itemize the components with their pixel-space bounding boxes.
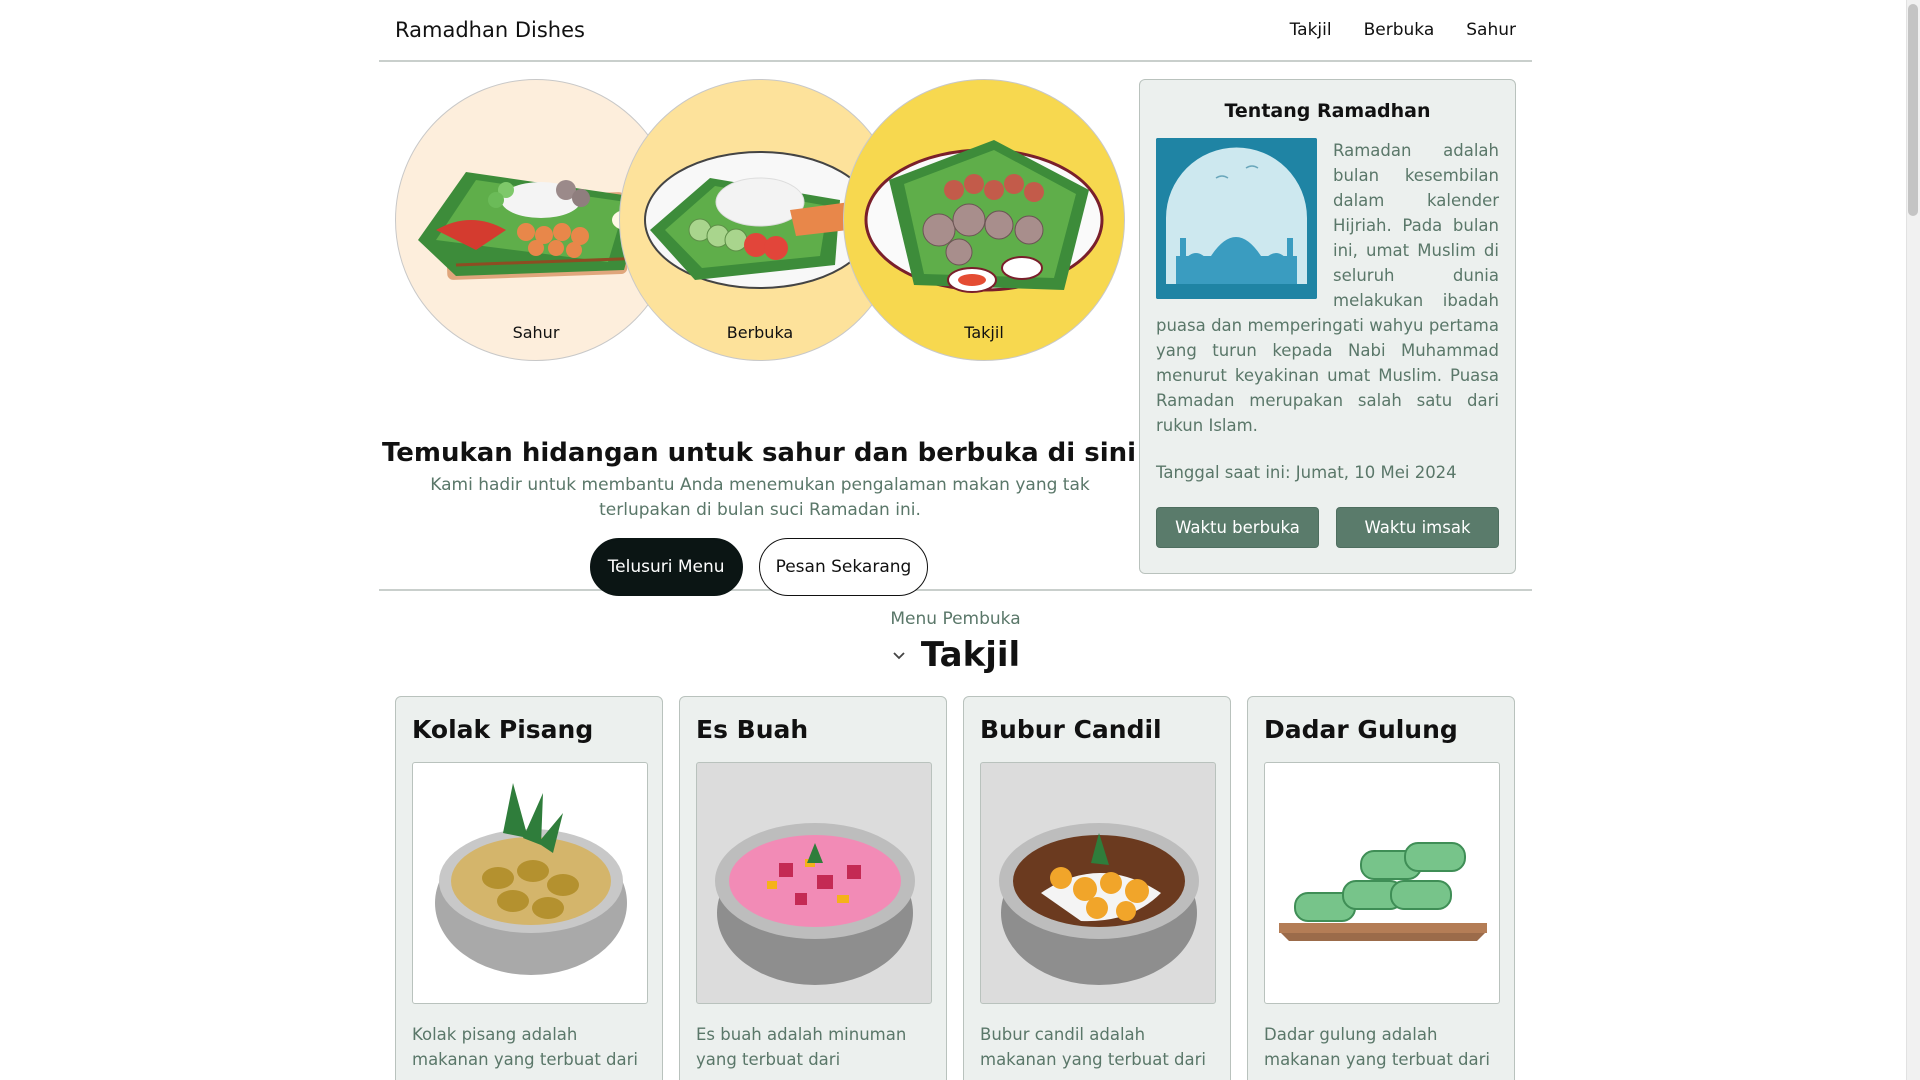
- hero-section: Sahur Berbuka Takjil Temukan hidangan un…: [379, 62, 1532, 596]
- card-description: Bubur candil adalah makanan yang terbuat…: [980, 1025, 1206, 1069]
- current-date: Tanggal saat ini: Jumat, 10 Mei 2024: [1156, 463, 1457, 482]
- about-ramadhan-panel: Tentang Ramadhan Ramadan adalah bulan ke…: [1139, 79, 1516, 574]
- takjil-dish-illustration: [864, 140, 1104, 293]
- dadar-gulung-illustration: [1279, 842, 1487, 941]
- card-title: Es Buah: [696, 715, 809, 744]
- dish-circles: Sahur Berbuka Takjil: [395, 79, 1125, 361]
- menu-heading-title: Takjil: [920, 635, 1021, 675]
- es-buah-illustration: [715, 823, 915, 985]
- card-image: [980, 762, 1216, 1004]
- menu-card[interactable]: Bubur Candil Bubur candil adalah makanan…: [963, 696, 1231, 1080]
- menu-heading[interactable]: Takjil: [379, 635, 1532, 675]
- circle-takjil[interactable]: Takjil: [843, 79, 1125, 361]
- browse-menu-button[interactable]: Telusuri Menu: [589, 538, 743, 596]
- about-title: Tentang Ramadhan: [1224, 100, 1431, 122]
- menu-kicker: Menu Pembuka: [890, 609, 1021, 629]
- hero-buttons: Telusuri Menu Pesan Sekarang: [379, 538, 1139, 596]
- hero-subtitle: Kami hadir untuk membantu Anda menemukan…: [430, 475, 1090, 520]
- nav-link-berbuka[interactable]: Berbuka: [1364, 20, 1435, 40]
- card-title: Kolak Pisang: [412, 715, 594, 744]
- chevron-down-icon[interactable]: [891, 647, 907, 663]
- imsak-time-button[interactable]: Waktu imsak: [1336, 507, 1499, 548]
- page: Ramadhan Dishes Takjil Berbuka Sahur Sah…: [379, 0, 1532, 1080]
- card-image: [412, 762, 648, 1004]
- circle-label-takjil: Takjil: [964, 323, 1004, 342]
- brand-logo[interactable]: Ramadhan Dishes: [395, 18, 585, 42]
- card-description: Es buah adalah minuman yang terbuat dari…: [696, 1025, 907, 1080]
- card-description: Kolak pisang adalah makanan yang terbuat…: [412, 1025, 638, 1069]
- menu-cards: Kolak Pisang Kolak pisang adalah makanan…: [395, 696, 1515, 1080]
- card-image: [1264, 762, 1500, 1004]
- menu-card[interactable]: Kolak Pisang Kolak pisang adalah makanan…: [395, 696, 663, 1080]
- menu-card[interactable]: Es Buah Es buah adalah minuman yang terb…: [679, 696, 947, 1080]
- hero-left: Sahur Berbuka Takjil Temukan hidangan un…: [379, 62, 1139, 596]
- card-title: Bubur Candil: [980, 715, 1162, 744]
- nav-link-takjil[interactable]: Takjil: [1290, 20, 1332, 40]
- nav-links: Takjil Berbuka Sahur: [1290, 20, 1516, 40]
- card-image: [696, 762, 932, 1004]
- card-description: Dadar gulung adalah makanan yang terbuat…: [1264, 1025, 1490, 1069]
- order-now-button[interactable]: Pesan Sekarang: [758, 538, 929, 596]
- vertical-scrollbar[interactable]: [1906, 0, 1920, 1080]
- bubur-candil-illustration: [999, 823, 1199, 985]
- hero-title: Temukan hidangan untuk sahur dan berbuka…: [381, 438, 1137, 468]
- navbar: Ramadhan Dishes Takjil Berbuka Sahur: [379, 0, 1532, 62]
- iftar-time-button[interactable]: Waktu berbuka: [1156, 507, 1319, 548]
- mosque-illustration: [1156, 138, 1317, 299]
- menu-section: Menu Pembuka Takjil Kolak Pisang Kolak p…: [379, 591, 1532, 1080]
- kolak-pisang-illustration: [435, 783, 627, 975]
- about-body: Ramadan adalah bulan kesembilan dalam ka…: [1156, 138, 1499, 438]
- mosque-image: [1156, 138, 1317, 299]
- nav-link-sahur[interactable]: Sahur: [1466, 20, 1516, 40]
- prayer-time-buttons: Waktu berbuka Waktu imsak: [1156, 507, 1499, 548]
- scrollbar-thumb[interactable]: [1908, 4, 1918, 216]
- menu-card[interactable]: Dadar Gulung Dadar gulung adalah makanan…: [1247, 696, 1515, 1080]
- card-title: Dadar Gulung: [1264, 715, 1458, 744]
